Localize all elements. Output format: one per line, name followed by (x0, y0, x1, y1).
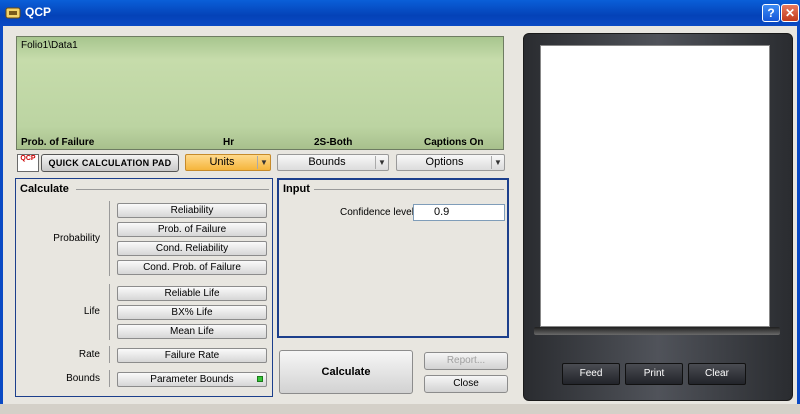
active-indicator-icon (257, 376, 263, 382)
life-label: Life (83, 306, 100, 317)
feed-button[interactable]: Feed (562, 363, 620, 385)
qcp-logo-icon: QCP (17, 154, 39, 172)
calculate-title: Calculate (20, 183, 69, 195)
close-window-button[interactable]: ✕ (781, 4, 799, 22)
cond-prob-of-failure-button[interactable]: Cond. Prob. of Failure (117, 260, 267, 275)
chevron-down-icon: ▼ (491, 156, 504, 169)
input-panel (277, 178, 509, 338)
display-metric: Prob. of Failure (21, 137, 95, 148)
printer-slot (534, 327, 780, 335)
units-label: Units (209, 156, 235, 168)
printer-paper (540, 45, 770, 327)
bounds-dropdown[interactable]: Bounds ▼ (277, 154, 389, 171)
window-title: QCP (25, 5, 52, 19)
chevron-down-icon: ▼ (375, 156, 388, 169)
quick-calculation-pad-button[interactable]: Quick Calculation Pad (41, 154, 179, 172)
units-dropdown[interactable]: Units ▼ (185, 154, 271, 171)
display-units: Hr (223, 137, 235, 148)
results-display: Folio1\Data1 Prob. of Failure Hr 2S-Both… (16, 36, 504, 150)
parameter-bounds-label: Parameter Bounds (150, 374, 234, 385)
confidence-level-label: Confidence level (340, 207, 414, 218)
display-captions: Captions On (424, 137, 484, 148)
reliability-button[interactable]: Reliability (117, 203, 267, 218)
display-bounds: 2S-Both (314, 137, 353, 148)
input-title-rule (314, 189, 504, 190)
input-title: Input (283, 183, 310, 195)
clear-button[interactable]: Clear (688, 363, 746, 385)
parameter-bounds-button[interactable]: Parameter Bounds (117, 372, 267, 387)
probability-divider (109, 201, 110, 276)
bounds-label: Bounds (308, 156, 346, 168)
bx-life-button[interactable]: BX% Life (117, 305, 267, 320)
report-button[interactable]: Report... (424, 352, 508, 370)
mean-life-button[interactable]: Mean Life (117, 324, 267, 339)
print-button[interactable]: Print (625, 363, 683, 385)
probability-label: Probability (53, 233, 100, 244)
confidence-level-input[interactable]: 0.9 (413, 204, 505, 221)
bounds-divider (109, 370, 110, 387)
life-divider (109, 284, 110, 340)
close-button[interactable]: Close (424, 375, 508, 393)
help-button[interactable]: ? (762, 4, 780, 22)
calculate-button[interactable]: Calculate (279, 350, 413, 394)
rate-label: Rate (78, 349, 100, 360)
calculate-title-rule (76, 189, 269, 190)
failure-rate-button[interactable]: Failure Rate (117, 348, 267, 363)
cond-reliability-button[interactable]: Cond. Reliability (117, 241, 267, 256)
rate-divider (109, 346, 110, 363)
prob-of-failure-button[interactable]: Prob. of Failure (117, 222, 267, 237)
bounds-group-label: Bounds (66, 373, 100, 384)
options-label: Options (425, 156, 464, 168)
options-dropdown[interactable]: Options ▼ (396, 154, 505, 171)
chevron-down-icon: ▼ (257, 156, 270, 169)
reliable-life-button[interactable]: Reliable Life (117, 286, 267, 301)
display-path: Folio1\Data1 (21, 40, 78, 51)
app-icon (5, 7, 21, 19)
status-bar (0, 404, 800, 414)
title-bar: QCP ? ✕ (0, 0, 800, 26)
